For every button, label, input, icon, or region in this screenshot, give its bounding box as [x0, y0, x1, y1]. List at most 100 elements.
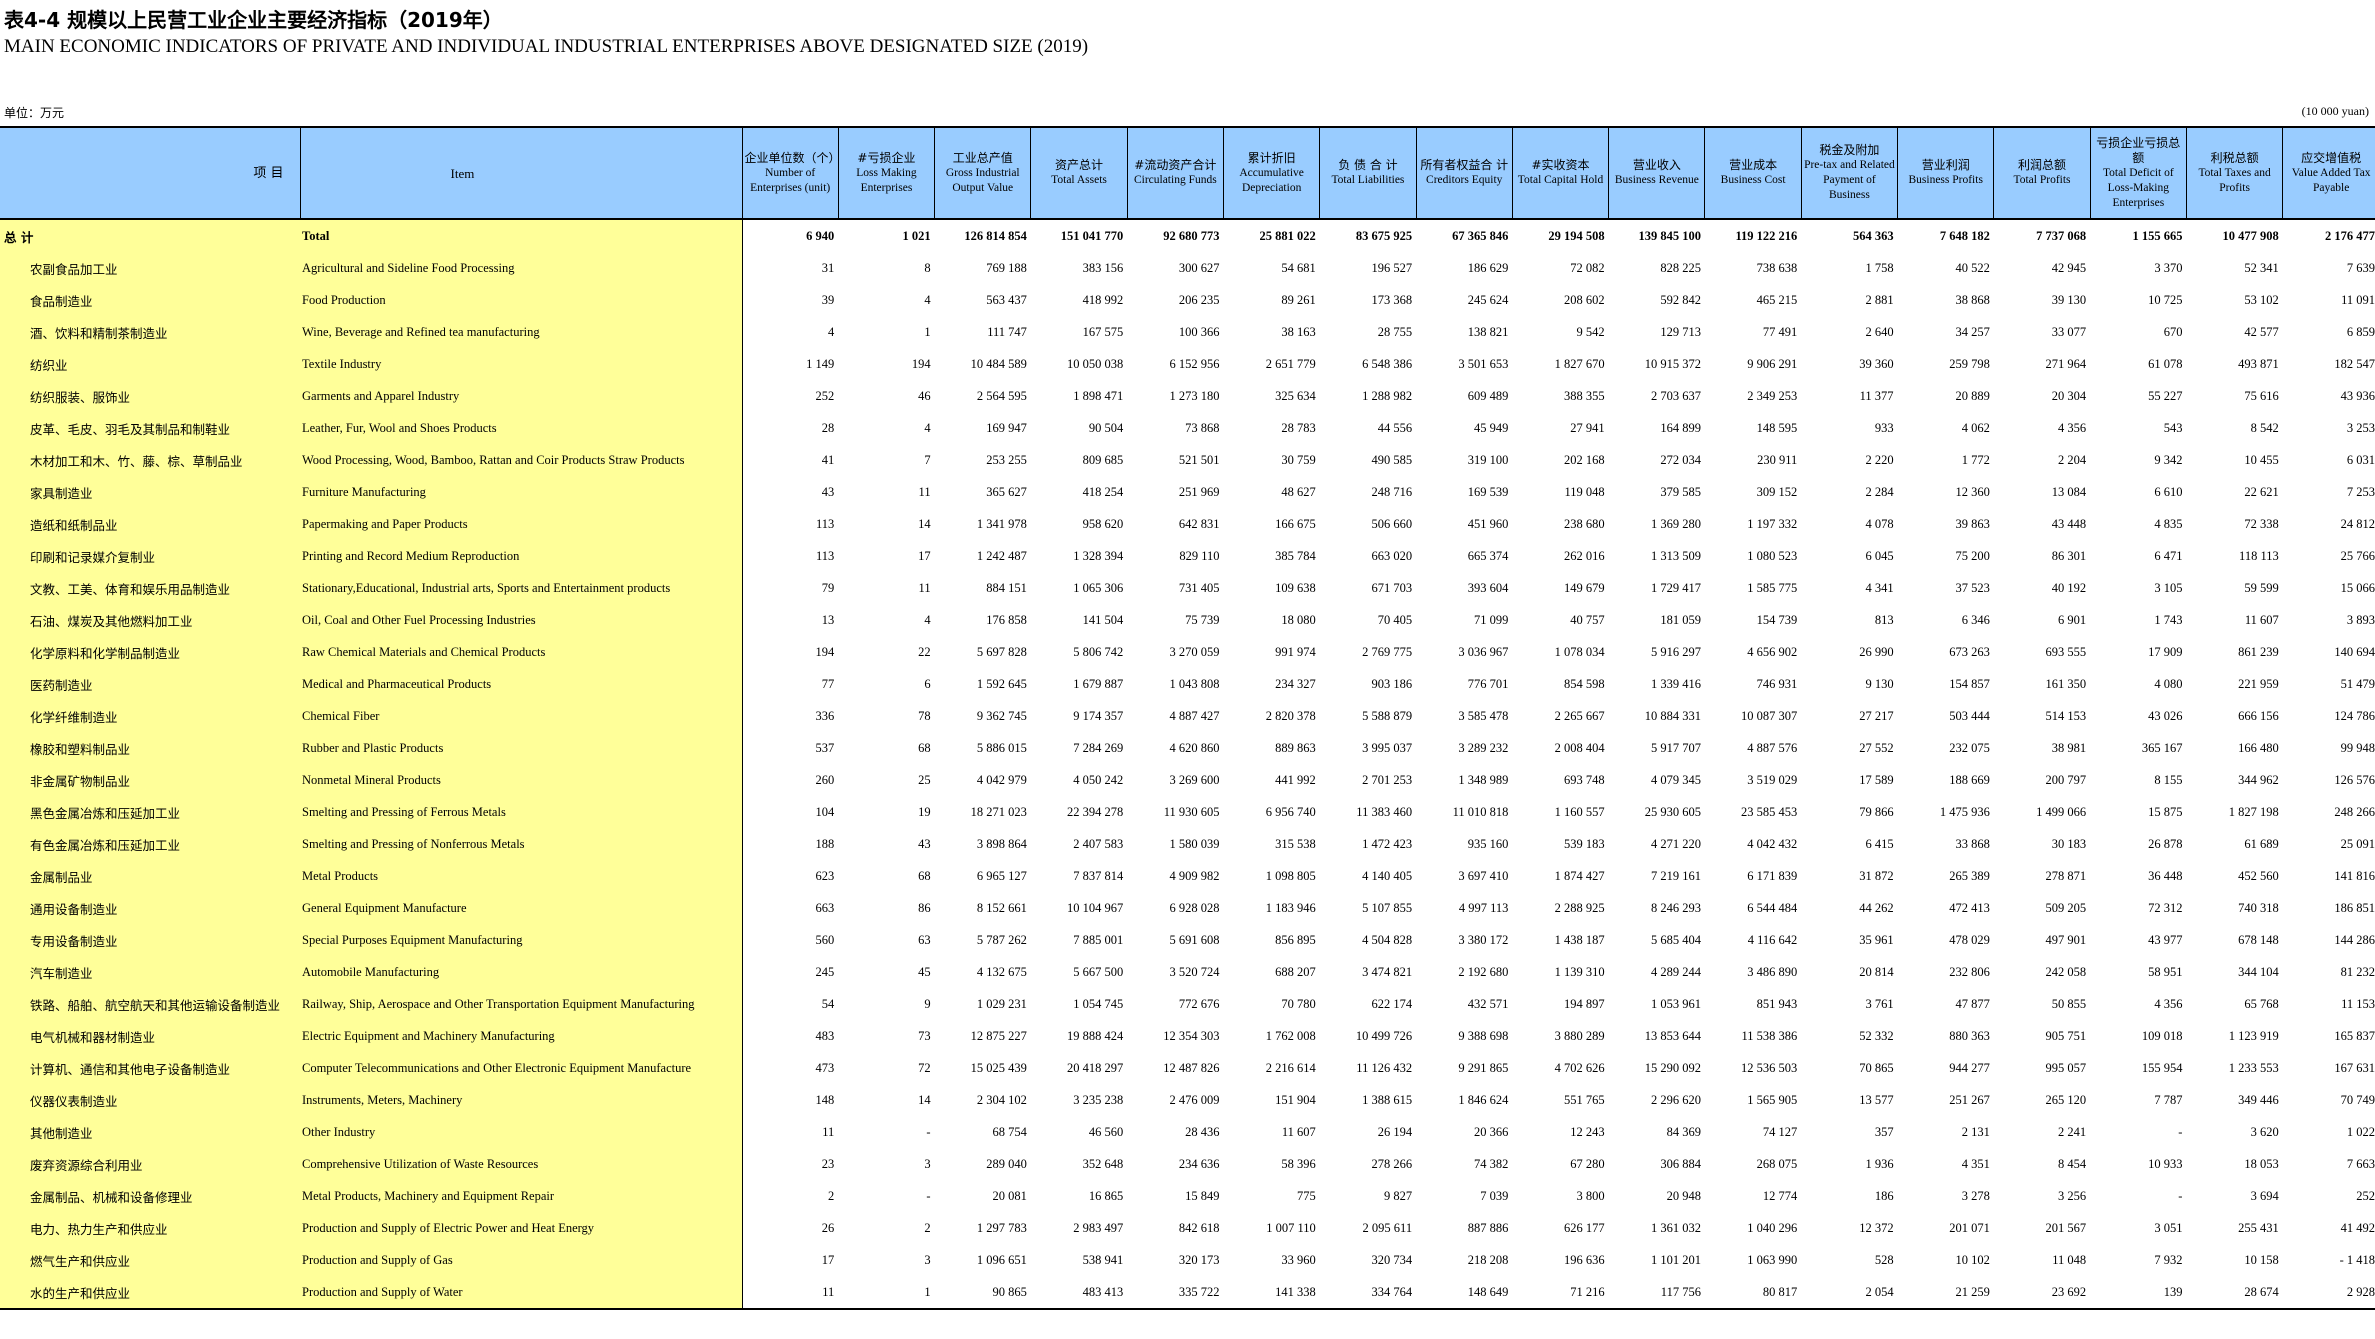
table-row: 金属制品、机械和设备修理业 Metal Products, Machinery a… — [0, 1180, 2375, 1212]
table-cell: 117 756 — [1608, 1276, 1705, 1310]
table-cell: 671 703 — [1371, 580, 1413, 595]
table-cell: 252 — [2356, 1188, 2375, 1203]
table-cell: 3 256 — [2058, 1188, 2087, 1203]
table-cell: 165 837 — [2334, 1028, 2375, 1043]
table-cell: 169 539 — [1467, 484, 1509, 499]
row-label-en: Medical and Pharmaceutical Products — [300, 668, 743, 700]
table-cell: 2 701 253 — [1362, 772, 1413, 787]
unit-label-zh: 单位：万元 — [4, 106, 65, 120]
table-cell: 86 — [918, 900, 931, 915]
table-cell: 4 351 — [1961, 1156, 1990, 1171]
table-row: 非金属矿物制品业 Nonmetal Mineral Products 260 25 4 … — [0, 764, 2375, 796]
table-cell: 12 536 503 — [1741, 1060, 1798, 1075]
table-cell: 451 960 — [1467, 516, 1509, 531]
table-cell: 25 930 605 — [1644, 804, 1701, 819]
table-cell: 1 565 905 — [1747, 1092, 1798, 1107]
table-cell: 334 764 — [1319, 1276, 1417, 1310]
table-cell: 10 915 372 — [1644, 356, 1701, 371]
table-cell: 45 — [918, 964, 931, 979]
column-header: 亏损企业亏损总额 Total Deficit of Loss-Making Ent… — [2089, 126, 2187, 220]
table-cell: 1 197 332 — [1747, 516, 1798, 531]
row-label-en: Leather, Fur, Wool and Shoes Products — [300, 412, 743, 444]
row-label-zh: 酒、饮料和精制茶制造业 — [0, 316, 300, 348]
table-cell: 118 113 — [2239, 548, 2279, 563]
column-header: #流动资产合计 Circulating Funds — [1126, 126, 1224, 220]
row-label-zh: 汽车制造业 — [0, 956, 300, 988]
table-cell: 3 520 724 — [1169, 964, 1220, 979]
table-cell: 35 961 — [1859, 932, 1894, 947]
table-cell: 2 054 — [1801, 1276, 1898, 1310]
table-cell: 6 859 — [2346, 324, 2375, 339]
table-cell: 4 080 — [2154, 676, 2183, 691]
table-cell: 514 153 — [2045, 708, 2087, 723]
table-cell: 4 — [924, 420, 931, 435]
table-row: 电气机械和器材制造业 Electric Equipment and Machine… — [0, 1020, 2375, 1052]
table-cell: 2 176 477 — [2325, 228, 2375, 243]
table-cell: 12 774 — [1762, 1188, 1798, 1203]
column-header-en: Loss Making Enterprises — [856, 166, 917, 194]
column-header-zh: #亏损企业 — [857, 150, 916, 165]
table-cell: 27 217 — [1859, 708, 1894, 723]
table-cell: 5 685 404 — [1650, 932, 1701, 947]
table-cell: 232 075 — [1949, 740, 1990, 755]
table-cell: 1 101 201 — [1650, 1252, 1701, 1267]
table-cell: 13 — [821, 612, 835, 627]
table-cell: 4 — [924, 612, 931, 627]
table-cell: 383 156 — [1082, 260, 1124, 275]
row-label-zh: 水的生产和供应业 — [0, 1276, 300, 1310]
table-cell: 6 152 956 — [1169, 356, 1220, 371]
table-cell: 2 769 775 — [1362, 644, 1413, 659]
table-cell: 15 875 — [2148, 804, 2183, 819]
table-cell: 43 448 — [2051, 516, 2087, 531]
table-cell: 472 413 — [1949, 900, 1990, 915]
table-cell: 161 350 — [2045, 676, 2087, 691]
table-cell: 4 062 — [1961, 420, 1990, 435]
table-cell: 731 405 — [1178, 580, 1220, 595]
table-cell: 1 096 651 — [976, 1252, 1027, 1267]
table-cell: 663 — [815, 900, 835, 915]
table-cell: 4 887 427 — [1169, 708, 1220, 723]
table-cell: 2 216 614 — [1265, 1060, 1316, 1075]
column-header: 应交增值税 Value Added Tax Payable — [2282, 126, 2375, 220]
table-cell: 1 361 032 — [1650, 1220, 1701, 1235]
table-cell: 111 747 — [987, 324, 1027, 339]
row-label-zh: 铁路、船舶、航空航天和其他运输设备制造业 — [0, 988, 300, 1020]
table-cell: 1 040 296 — [1747, 1220, 1798, 1235]
table-cell: 8 542 — [2250, 420, 2279, 435]
table-cell: 861 239 — [2238, 644, 2279, 659]
table-cell: 19 — [918, 804, 931, 819]
table-cell: 72 338 — [2244, 516, 2279, 531]
table-cell: 126 814 854 — [964, 228, 1027, 243]
table-cell: 3 585 478 — [1458, 708, 1509, 723]
table-cell: 829 110 — [1179, 548, 1220, 563]
table-cell: 478 029 — [1949, 932, 1990, 947]
table-cell: 15 025 439 — [970, 1060, 1027, 1075]
table-cell: 245 — [815, 964, 835, 979]
table-cell: 1 898 471 — [1073, 388, 1124, 403]
column-header-zh: 所有者权益合 计 — [1420, 158, 1509, 172]
table-cell: 991 974 — [1275, 644, 1316, 659]
table-cell: 12 354 303 — [1163, 1028, 1220, 1043]
table-cell: 1 729 417 — [1650, 580, 1701, 595]
table-cell: 1 273 180 — [1169, 388, 1220, 403]
column-header-en: Total Assets — [1051, 174, 1107, 186]
table-cell: 12 360 — [1955, 484, 1990, 499]
column-header: 营业利润 Business Profits — [1897, 126, 1994, 220]
table-cell: 11 — [918, 484, 931, 499]
column-header-zh: 企业单位数（个） — [744, 150, 841, 165]
table-cell: 1 472 423 — [1362, 836, 1413, 851]
table-cell: 33 868 — [1955, 836, 1990, 851]
table-cell: 3 105 — [2154, 580, 2183, 595]
table-cell: 7 663 — [2346, 1156, 2375, 1171]
column-header-zh: #流动资产合计 — [1134, 158, 1217, 172]
table-cell: 828 225 — [1660, 260, 1701, 275]
table-cell: 7 648 182 — [1939, 228, 1990, 243]
table-cell: 5 787 262 — [976, 932, 1027, 947]
table-cell: 30 183 — [2051, 836, 2087, 851]
table-cell: 242 058 — [2045, 964, 2087, 979]
table-cell: 320 734 — [1371, 1252, 1413, 1267]
row-label-en: Metal Products — [300, 860, 743, 892]
table-cell: 26 878 — [2148, 836, 2183, 851]
row-label-zh: 非金属矿物制品业 — [0, 764, 300, 796]
table-cell: 148 — [815, 1092, 835, 1107]
